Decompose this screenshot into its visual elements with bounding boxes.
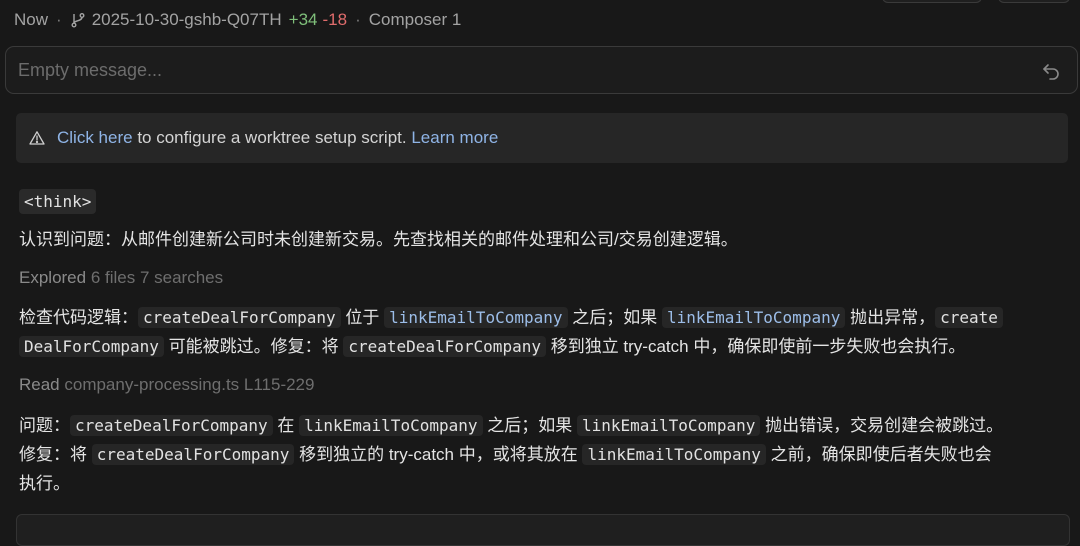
text: 移到独立 try-catch 中，确保即使前一步失败也会执行。: [545, 337, 966, 356]
explored-label: Explored: [19, 268, 87, 287]
line: 修复：将 createDealForCompany 移到独立的 try-catc…: [19, 440, 1003, 469]
deletions-count: -18: [322, 10, 348, 29]
code-span: createDealForCompany: [91, 444, 295, 465]
timestamp: Now: [14, 10, 49, 29]
warning-icon: [29, 131, 45, 145]
code-span: createDealForCompany: [343, 336, 546, 357]
learn-more-link[interactable]: Learn more: [411, 128, 498, 148]
text: 之后；如果: [482, 416, 577, 435]
code-link[interactable]: linkEmailToCompany: [384, 307, 568, 328]
text: 修复：将: [19, 445, 92, 464]
text: 可能被跳过。修复：将: [163, 337, 344, 356]
top-toolbar-button-2[interactable]: [998, 0, 1070, 3]
message-box: [5, 46, 1078, 94]
notice-text: to configure a worktree setup script.: [132, 128, 412, 147]
explored-detail: 6 files 7 searches: [86, 268, 224, 287]
line: 执行。: [19, 469, 1003, 498]
additions-count: +34: [288, 10, 318, 29]
text: 抛出错误，交易创建会被跳过。: [760, 416, 1004, 435]
top-toolbar-button-1[interactable]: [882, 0, 982, 3]
text: 移到独立的 try-catch 中，或将其放在: [294, 445, 583, 464]
code-span: createDealForCompany: [138, 307, 341, 328]
separator-dot: ·: [56, 10, 62, 29]
branch-name[interactable]: 2025-10-30-gshb-Q07TH: [92, 10, 282, 30]
status-line: Now · 2025-10-30-gshb-Q07TH +34 -18 · Co…: [14, 8, 461, 32]
undo-icon[interactable]: [1041, 61, 1061, 81]
text: 之前，确保即使后者失败也会: [765, 445, 992, 464]
line: DealForCompany 可能被跳过。修复：将 createDealForC…: [19, 332, 1003, 361]
code-span: linkEmailToCompany: [576, 415, 761, 436]
explored-summary[interactable]: Explored 6 files 7 searches: [19, 268, 223, 288]
code-span: DealForCompany: [19, 336, 164, 357]
text: 检查代码逻辑：: [19, 308, 138, 327]
text: 执行。: [19, 474, 70, 493]
line: 检查代码逻辑： createDealForCompany 位于 linkEmail…: [19, 303, 1003, 332]
text: 抛出异常，: [845, 308, 936, 327]
text: 问题：: [19, 416, 70, 435]
click-here-link[interactable]: Click here: [57, 128, 133, 148]
git-branch-icon: [71, 13, 85, 28]
code-span: create: [935, 307, 1003, 328]
read-label: Read: [19, 375, 60, 394]
worktree-setup-notice: Click here to configure a worktree setup…: [16, 113, 1068, 163]
read-detail: company-processing.ts L115-229: [59, 375, 315, 394]
separator-dot: ·: [355, 10, 361, 29]
next-tool-panel[interactable]: [16, 514, 1070, 546]
think-tag: <think>: [19, 189, 97, 214]
code-analysis-block: 检查代码逻辑： createDealForCompany 位于 linkEmail…: [19, 303, 1003, 361]
message-input[interactable]: [18, 47, 998, 93]
code-span: createDealForCompany: [70, 415, 273, 436]
text: 之后；如果: [567, 308, 662, 327]
code-span: linkEmailToCompany: [582, 444, 766, 465]
code-link[interactable]: linkEmailToCompany: [661, 307, 846, 328]
problem-fix-block: 问题： createDealForCompany 在 linkEmailToCom…: [19, 411, 1003, 498]
analysis-paragraph: 认识到问题：从邮件创建新公司时未创建新交易。先查找相关的邮件处理和公司/交易创建…: [19, 230, 738, 249]
model-name[interactable]: Composer 1: [369, 10, 462, 30]
read-summary[interactable]: Read company-processing.ts L115-229: [19, 375, 314, 395]
text: 在: [272, 416, 300, 435]
line: 问题： createDealForCompany 在 linkEmailToCom…: [19, 411, 1003, 440]
text: 位于: [340, 308, 385, 327]
code-span: linkEmailToCompany: [299, 415, 483, 436]
